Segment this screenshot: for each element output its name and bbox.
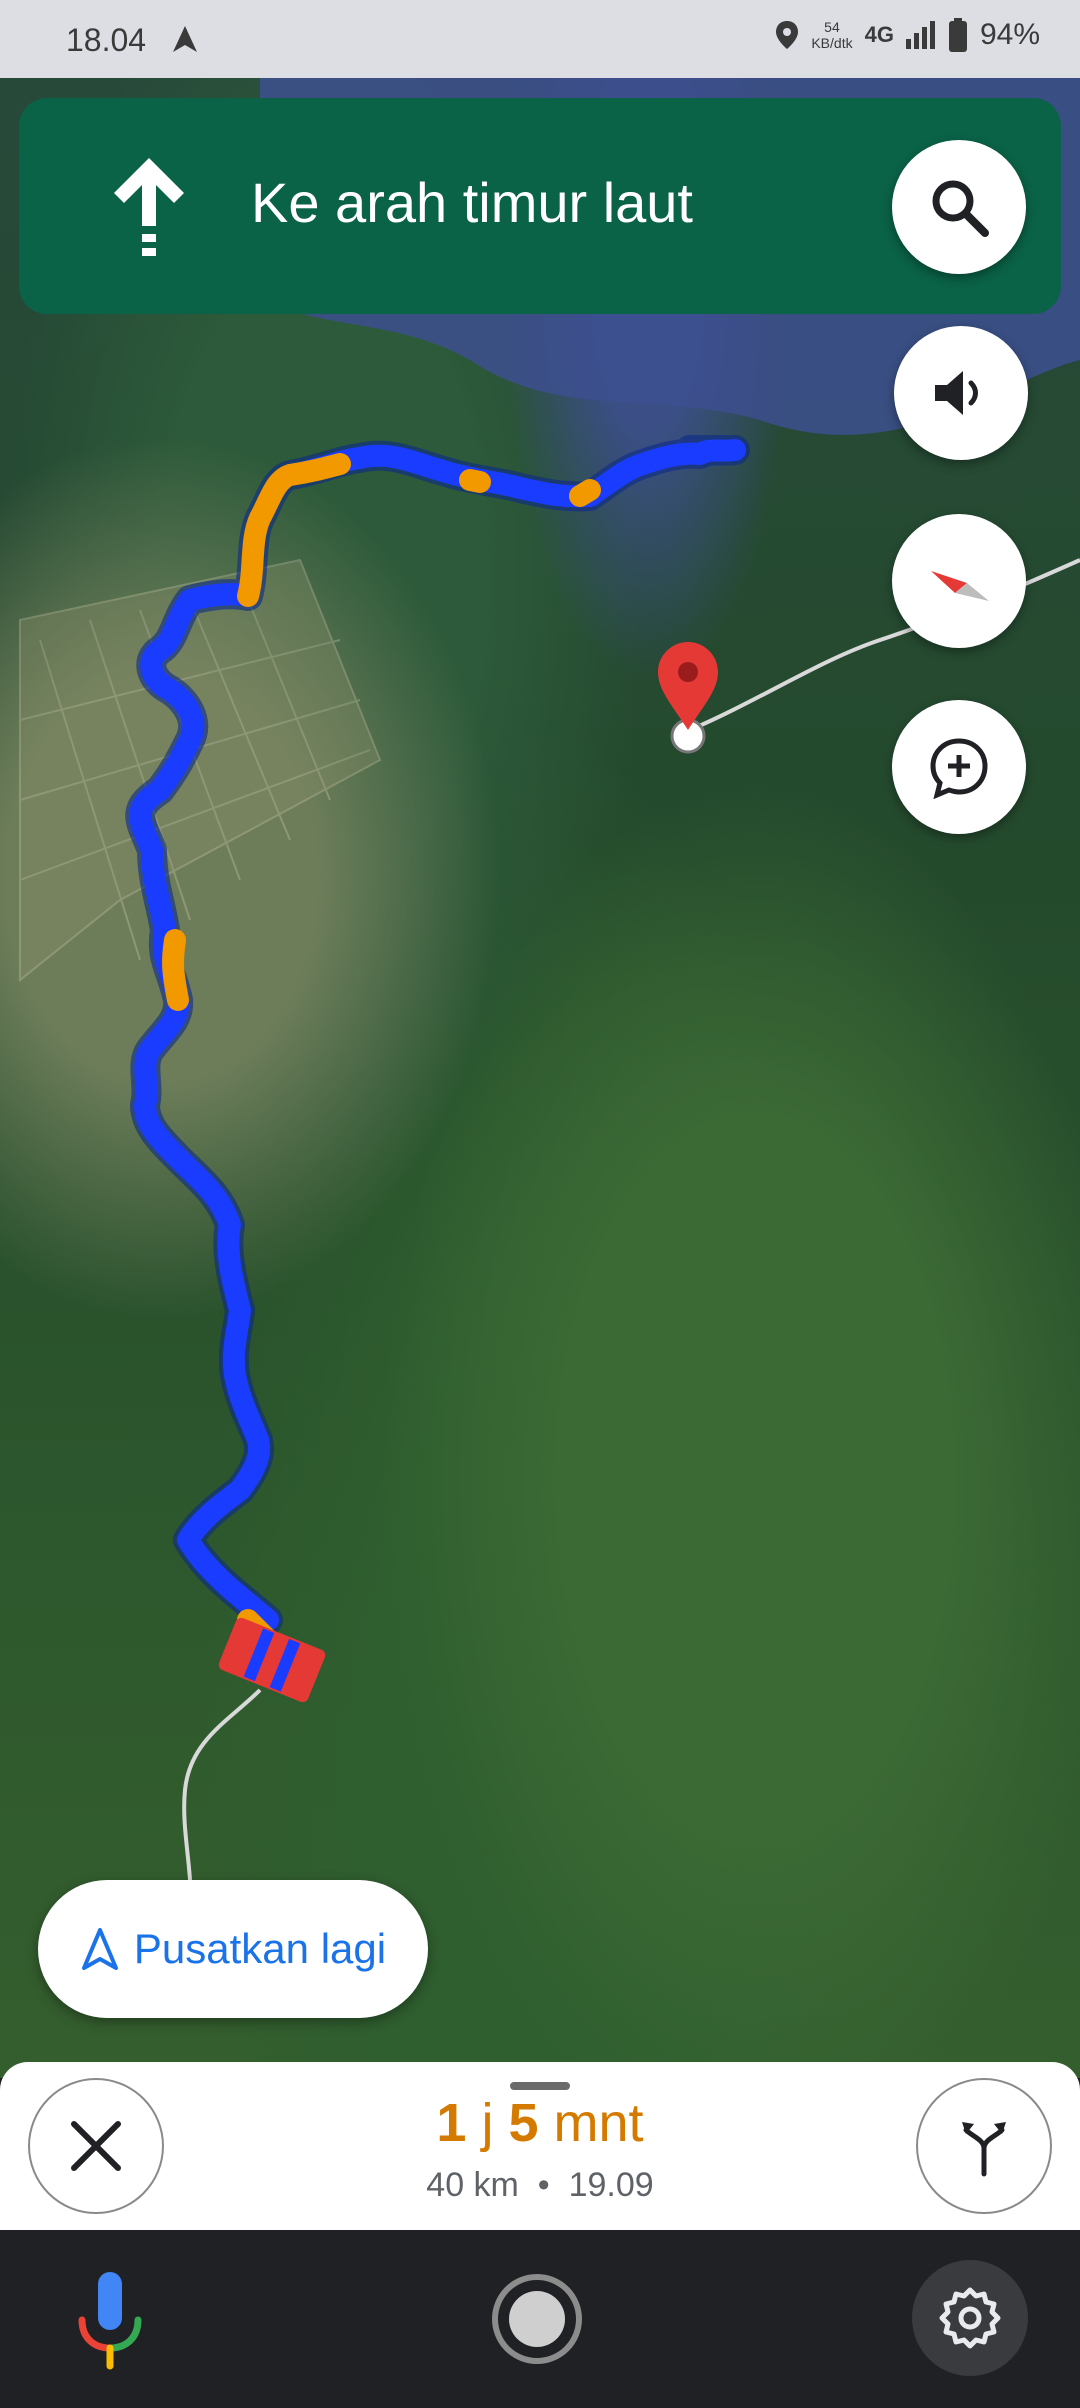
compass-button[interactable]: [892, 514, 1026, 648]
fork-route-icon: [962, 2122, 1006, 2177]
straight-arrow-icon: [114, 158, 184, 256]
plantation-area: [19, 558, 382, 983]
sound-button[interactable]: [894, 326, 1028, 460]
eta-hours: 1: [436, 2093, 467, 2153]
destination-pin: [658, 642, 718, 754]
arrival-time: 19.09: [568, 2166, 654, 2204]
net-speed-value: 54: [824, 19, 840, 35]
road: [182, 1688, 262, 1881]
recenter-button[interactable]: Pusatkan lagi: [38, 1880, 428, 2018]
eta-minutes: 5: [508, 2093, 539, 2153]
gear-icon: [939, 2287, 1001, 2349]
compass-icon: [931, 571, 989, 601]
direction-text: Ke arah timur laut: [251, 171, 693, 234]
eta-minutes-unit: mnt: [553, 2093, 644, 2153]
net-speed-unit: KB/dtk: [811, 35, 853, 51]
meta-separator: •: [537, 2166, 550, 2204]
microphone-icon[interactable]: [74, 2270, 146, 2370]
status-time: 18.04: [66, 22, 147, 58]
battery-level: 94%: [979, 18, 1040, 51]
search-button[interactable]: [892, 140, 1026, 274]
sheet-handle[interactable]: [510, 2082, 570, 2090]
trip-distance: 40 km: [426, 2166, 519, 2204]
eta-hours-unit: j: [481, 2093, 494, 2153]
battery-icon: [948, 18, 967, 52]
settings-button[interactable]: [912, 2260, 1028, 2376]
bottom-assistant-bar: [0, 2230, 1080, 2408]
lens-icon: [509, 2291, 565, 2347]
net-speed: 54 KB/dtk: [811, 19, 852, 51]
trip-meta: 40 km • 19.09: [0, 2166, 1080, 2205]
search-icon: [932, 180, 989, 237]
location-icon: [776, 21, 799, 49]
volume-icon: [935, 371, 978, 415]
trip-summary-sheet[interactable]: 1 j 5 mnt 40 km • 19.09: [0, 2062, 1080, 2230]
signal-icon: [905, 21, 935, 49]
navigation-arrow-icon: [81, 1928, 118, 1970]
navigation-status-icon: [173, 26, 197, 52]
status-bar: 18.04 54 KB/dtk 4G 94%: [0, 0, 1080, 78]
lens-button[interactable]: [492, 2274, 582, 2364]
network-type: 4G: [864, 22, 894, 47]
add-comment-icon: [930, 738, 988, 799]
alternate-routes-button[interactable]: [916, 2078, 1052, 2214]
recenter-label: Pusatkan lagi: [133, 1925, 387, 1972]
add-report-button[interactable]: [892, 700, 1026, 834]
status-right: 54 KB/dtk 4G 94%: [775, 18, 1040, 52]
